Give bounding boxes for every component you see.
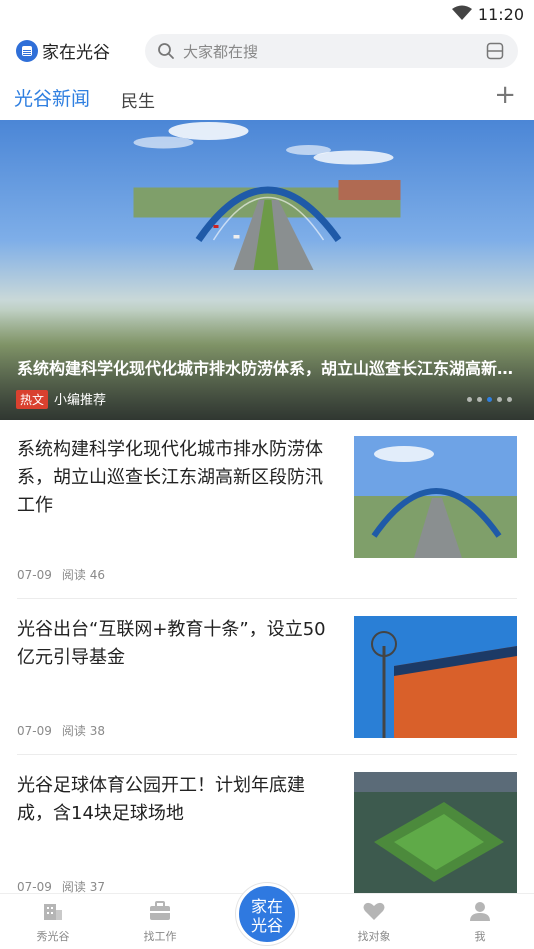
hot-badge: 热文 [16,390,49,409]
news-reads: 阅读 38 [61,724,105,738]
search-placeholder: 大家都在搜 [183,43,259,61]
news-title[interactable]: 光谷足球体育公园开工！计划年底建成，含14块足球场地 [17,772,335,828]
carousel-dot-active [487,397,492,402]
news-date: 07-09 [17,568,52,582]
logo-calendar-icon [16,39,38,62]
carousel-dot [477,397,482,402]
tab-label: 找对象 [357,930,391,943]
list-item[interactable]: 系统构建科学化现代化城市排水防涝体系，胡立山巡查长江东湖高新区段防汛工作 07-… [0,436,534,586]
building-icon [44,904,62,920]
wifi-icon [452,5,472,20]
tab-find-partner[interactable]: 找对象 [334,900,414,944]
banner-image [133,122,401,270]
carousel-indicator [467,397,512,402]
user-icon [470,902,490,921]
tab-find-job[interactable]: 找工作 [120,900,200,944]
news-thumbnail[interactable] [354,436,517,558]
divider [17,598,517,599]
news-thumbnail[interactable] [354,772,517,894]
search-icon [158,43,174,59]
top-bar: 家在光谷 大家都在搜 [0,30,534,72]
carousel-dot [467,397,472,402]
list-item[interactable]: 光谷出台“互联网+教育十条”，设立50亿元引导基金 07-09 阅读 38 [0,616,534,742]
tab-minsheng[interactable]: 民生 [121,87,155,112]
tab-me[interactable]: 我 [440,900,520,944]
news-reads: 阅读 46 [61,568,105,582]
news-date: 07-09 [17,724,52,738]
news-reads: 阅读 37 [61,880,105,894]
tab-label: 我 [474,930,486,943]
status-bar: 11:20 [0,0,534,28]
briefcase-icon [150,901,170,920]
tab-label: 找工作 [143,930,177,943]
carousel-dot [497,397,502,402]
tab-label: 秀光谷 [36,930,70,943]
news-meta: 07-09 阅读 38 [17,722,105,739]
search-input[interactable]: 大家都在搜 [145,34,518,68]
news-meta: 07-09 阅读 46 [17,566,105,583]
scan-icon[interactable] [486,42,504,60]
app-logo[interactable]: 家在光谷 [16,38,110,63]
status-time: 11:20 [477,5,524,24]
featured-banner[interactable]: 系统构建科学化现代化城市排水防涝体系，胡立山巡查长江东湖高新区段防汛工作 热文 … [0,120,534,420]
news-title[interactable]: 系统构建科学化现代化城市排水防涝体系，胡立山巡查长江东湖高新区段防汛工作 [17,436,335,520]
list-item[interactable]: 光谷足球体育公园开工！计划年底建成，含14块足球场地 07-09 阅读 37 [0,772,534,898]
logo-text: 家在光谷 [42,43,110,63]
news-title[interactable]: 光谷出台“互联网+教育十条”，设立50亿元引导基金 [17,616,335,672]
tab-xiu-guanggu[interactable]: 秀光谷 [13,900,93,944]
center-button-label: 家在光谷 [250,897,283,935]
add-channel-button[interactable]: + [494,82,516,108]
heart-icon [363,902,385,920]
banner-source: 小编推荐 [54,393,107,408]
news-date: 07-09 [17,880,52,894]
divider [17,754,517,755]
channel-tabs: 光谷新闻 民生 + [0,80,534,116]
home-center-button[interactable]: 家在光谷 [236,883,298,945]
carousel-dot [507,397,512,402]
tab-guanggu-news[interactable]: 光谷新闻 [14,84,90,111]
news-thumbnail[interactable] [354,616,517,738]
banner-title[interactable]: 系统构建科学化现代化城市排水防涝体系，胡立山巡查长江东湖高新区段防汛工作 [17,355,517,379]
